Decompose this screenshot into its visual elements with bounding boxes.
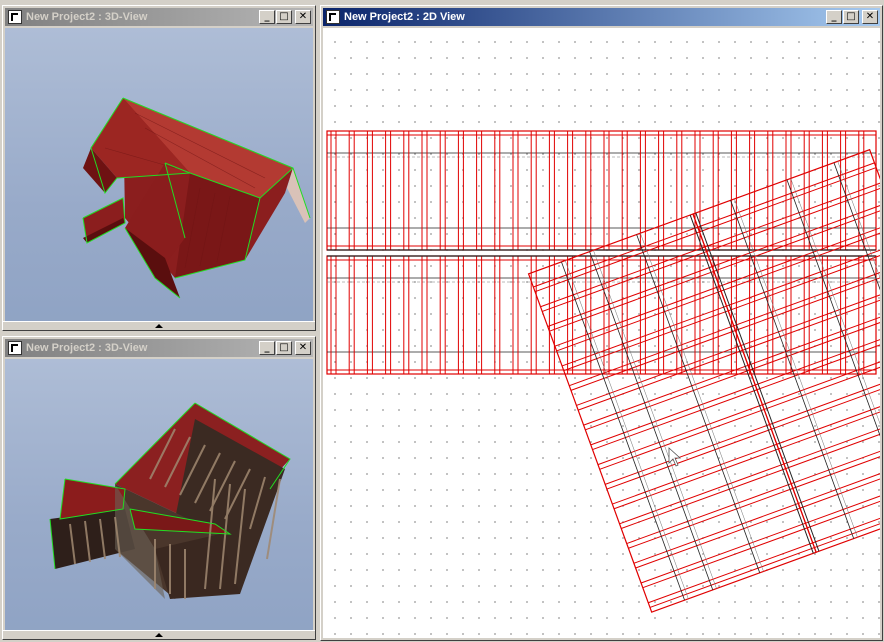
minimize-button[interactable]: _ (259, 341, 275, 355)
maximize-button[interactable]: □ (276, 341, 292, 355)
splitter-up-arrow-icon (155, 633, 163, 637)
plan-drawing-canvas[interactable] (323, 28, 880, 638)
view3d-top-window[interactable]: New Project2 : 3D-View _ □ ✕ (2, 5, 316, 331)
window-title: New Project2 : 3D-View (26, 11, 148, 23)
main-roof-frame (326, 130, 877, 375)
view2d-titlebar[interactable]: New Project2 : 2D View _ □ ✕ (323, 8, 880, 26)
view3d-bottom-canvas[interactable] (5, 359, 313, 637)
view3d-top-titlebar[interactable]: New Project2 : 3D-View _ □ ✕ (5, 8, 313, 26)
minimize-button[interactable]: _ (826, 10, 842, 24)
view3d-top-canvas[interactable] (5, 28, 313, 328)
window-icon[interactable] (8, 10, 22, 24)
close-button[interactable]: ✕ (862, 10, 878, 24)
close-button[interactable]: ✕ (295, 10, 311, 24)
window-icon[interactable] (8, 341, 22, 355)
roof-framing-plan (326, 130, 880, 613)
view3d-top-splitter[interactable] (3, 321, 315, 330)
window-title: New Project2 : 2D View (344, 11, 465, 23)
window-icon[interactable] (326, 10, 340, 24)
roof-model-top-view (82, 97, 311, 299)
maximize-button[interactable]: □ (843, 10, 859, 24)
maximize-button[interactable]: □ (276, 10, 292, 24)
roof-model-underside-view (49, 402, 291, 599)
view3d-bottom-titlebar[interactable]: New Project2 : 3D-View _ □ ✕ (5, 339, 313, 357)
view2d-window[interactable]: New Project2 : 2D View _ □ ✕ (320, 5, 883, 641)
minimize-button[interactable]: _ (259, 10, 275, 24)
window-title: New Project2 : 3D-View (26, 342, 148, 354)
splitter-up-arrow-icon (155, 324, 163, 328)
view3d-bottom-window[interactable]: New Project2 : 3D-View _ □ ✕ (2, 336, 316, 640)
view3d-bottom-splitter[interactable] (3, 630, 315, 639)
close-button[interactable]: ✕ (295, 341, 311, 355)
